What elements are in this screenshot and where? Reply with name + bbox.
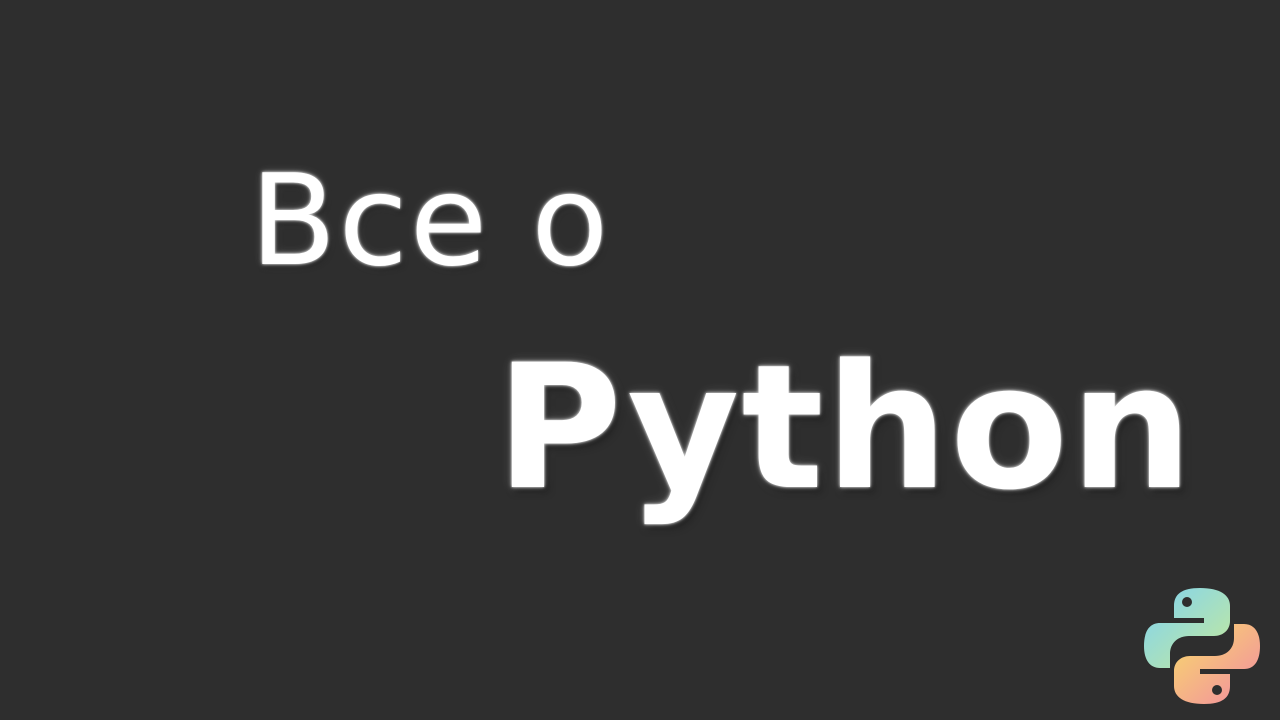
python-logo-icon <box>1144 588 1260 704</box>
thumbnail-canvas: Все о Python <box>0 0 1280 720</box>
python-logo-eye-bottom <box>1212 685 1222 695</box>
headline-line-2: Python <box>496 327 1195 528</box>
python-logo-eye-top <box>1182 597 1192 607</box>
headline-line-1: Все о <box>250 147 611 294</box>
